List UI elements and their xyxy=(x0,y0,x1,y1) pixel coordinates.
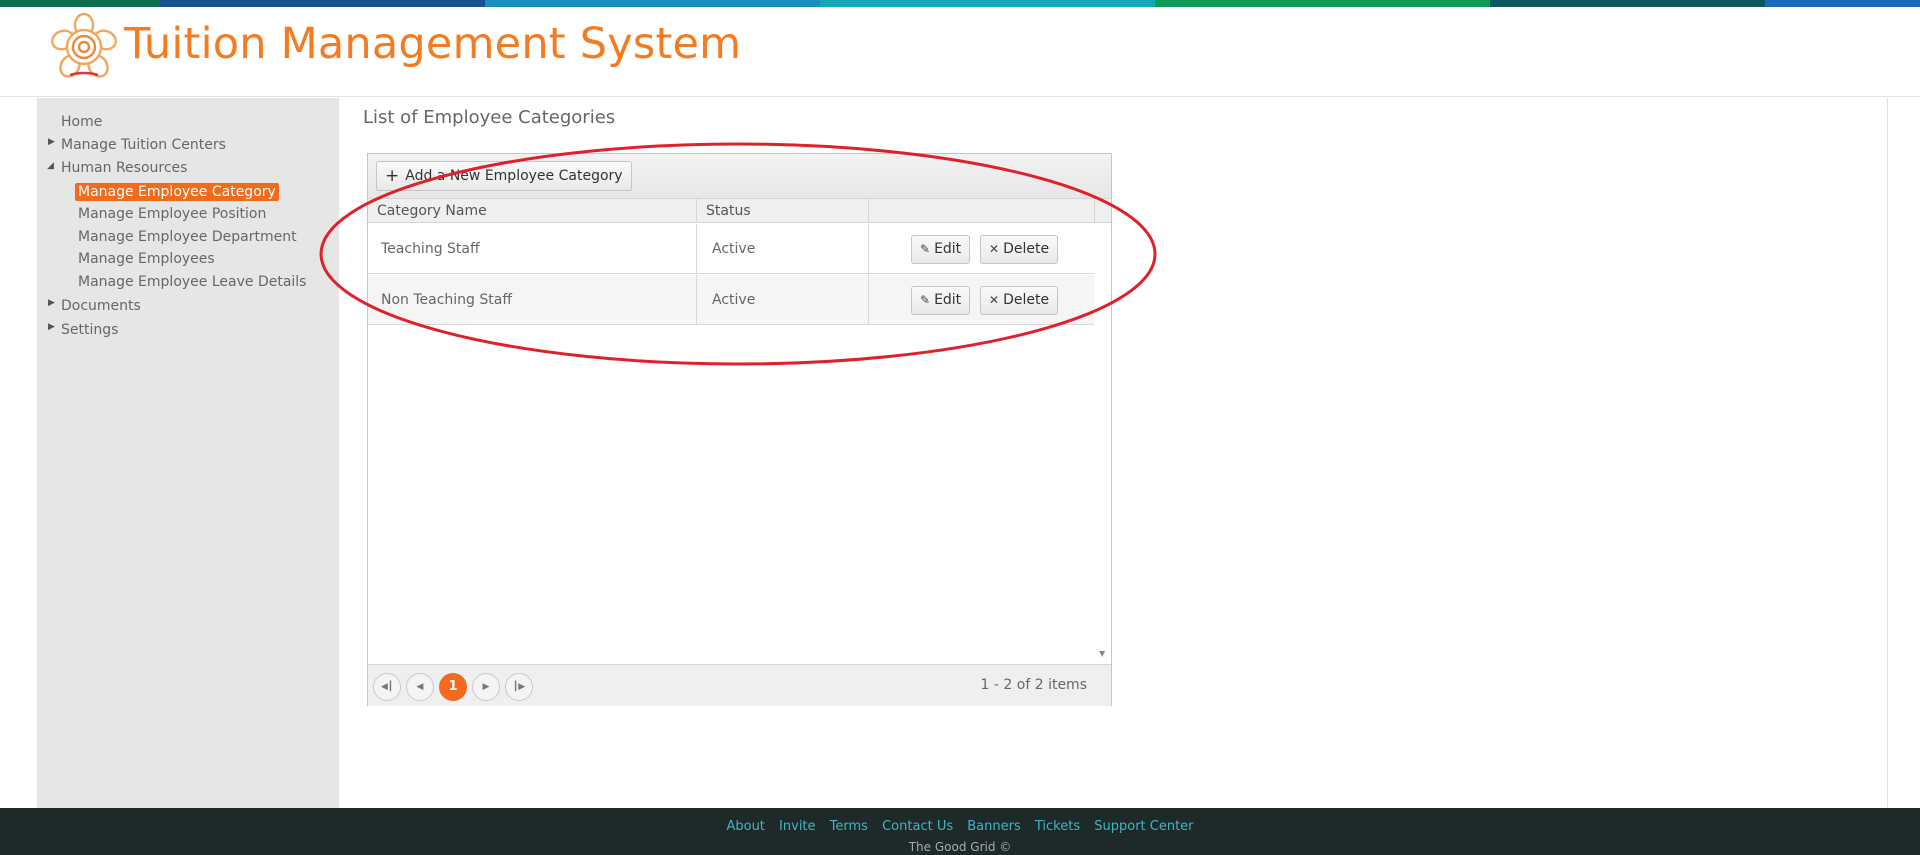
delete-label: Delete xyxy=(1003,292,1050,308)
header: Tuition Management System xyxy=(0,7,1920,97)
footer: About Invite Terms Contact Us Banners Ti… xyxy=(0,808,1920,855)
sidebar-item-manage-employee-department[interactable]: Manage Employee Department xyxy=(78,229,297,245)
edit-button[interactable]: ✎ Edit xyxy=(911,286,971,315)
plus-icon: + xyxy=(385,166,400,186)
delete-label: Delete xyxy=(1003,241,1050,257)
flower-logo-icon[interactable] xyxy=(48,11,120,83)
delete-button[interactable]: ✕ Delete xyxy=(980,286,1059,315)
column-header-actions xyxy=(869,199,1095,223)
sidebar-item-manage-employee-leave-details[interactable]: Manage Employee Leave Details xyxy=(78,274,306,290)
column-header-category-name[interactable]: Category Name xyxy=(368,199,697,223)
first-page-icon[interactable]: ◀┃ xyxy=(373,673,401,701)
sidebar-item-home[interactable]: Home xyxy=(61,114,102,130)
category-name-cell: Non Teaching Staff xyxy=(368,275,697,325)
column-header-status[interactable]: Status xyxy=(697,199,869,223)
footer-link-support-center[interactable]: Support Center xyxy=(1094,819,1193,834)
content-right-border xyxy=(1887,98,1888,808)
close-icon: ✕ xyxy=(989,293,1000,307)
sidebar-item-manage-employees[interactable]: Manage Employees xyxy=(78,251,215,267)
grid-toolbar: + Add a New Employee Category xyxy=(368,154,1111,199)
sidebar-item-human-resources[interactable]: Human Resources xyxy=(61,160,187,176)
footer-link-about[interactable]: About xyxy=(726,819,764,834)
stripe-segment xyxy=(1155,0,1490,7)
caret-down-icon[interactable]: ◢ xyxy=(47,161,54,171)
app-title: Tuition Management System xyxy=(124,19,742,69)
scroll-down-icon[interactable]: ▼ xyxy=(1099,649,1105,658)
table-row: Teaching Staff Active ✎ Edit ✕ Delete xyxy=(368,224,1094,274)
grid-header: Category Name Status xyxy=(368,199,1111,223)
pencil-icon: ✎ xyxy=(920,293,931,307)
next-page-icon[interactable]: ▶ xyxy=(472,673,500,701)
caret-right-icon[interactable]: ▶ xyxy=(48,298,55,308)
grid-pager: ◀┃ ◀ 1 ▶ ┃▶ 1 - 2 of 2 items xyxy=(368,664,1111,706)
edit-label: Edit xyxy=(934,292,962,308)
stripe-segment xyxy=(1490,0,1765,7)
footer-copyright: The Good Grid © xyxy=(908,840,1012,854)
sidebar-item-manage-employee-position[interactable]: Manage Employee Position xyxy=(78,206,266,222)
edit-button[interactable]: ✎ Edit xyxy=(911,235,971,264)
status-cell: Active xyxy=(697,275,869,325)
footer-links: About Invite Terms Contact Us Banners Ti… xyxy=(0,819,1920,834)
pager-info: 1 - 2 of 2 items xyxy=(980,677,1087,693)
add-button-label: Add a New Employee Category xyxy=(405,168,623,184)
page-title: List of Employee Categories xyxy=(363,107,616,128)
delete-button[interactable]: ✕ Delete xyxy=(980,235,1059,264)
sidebar-item-manage-tuition-centers[interactable]: Manage Tuition Centers xyxy=(61,137,226,153)
caret-right-icon[interactable]: ▶ xyxy=(48,137,55,147)
footer-link-terms[interactable]: Terms xyxy=(830,819,868,834)
table-row: Non Teaching Staff Active ✎ Edit ✕ Delete xyxy=(368,275,1094,325)
stripe-segment xyxy=(820,0,1155,7)
footer-link-contact-us[interactable]: Contact Us xyxy=(882,819,953,834)
stripe-segment xyxy=(485,0,820,7)
add-employee-category-button[interactable]: + Add a New Employee Category xyxy=(376,161,632,191)
footer-link-invite[interactable]: Invite xyxy=(779,819,815,834)
caret-right-icon[interactable]: ▶ xyxy=(48,322,55,332)
status-cell: Active xyxy=(697,224,869,274)
sidebar: Home ▶ Manage Tuition Centers ◢ Human Re… xyxy=(37,98,339,808)
pencil-icon: ✎ xyxy=(920,242,931,256)
footer-link-tickets[interactable]: Tickets xyxy=(1035,819,1080,834)
current-page-button[interactable]: 1 xyxy=(439,673,467,701)
stripe-segment xyxy=(160,0,485,7)
edit-label: Edit xyxy=(934,241,962,257)
close-icon: ✕ xyxy=(989,242,1000,256)
sidebar-item-documents[interactable]: Documents xyxy=(61,298,141,314)
last-page-icon[interactable]: ┃▶ xyxy=(505,673,533,701)
prev-page-icon[interactable]: ◀ xyxy=(406,673,434,701)
sidebar-item-manage-employee-category[interactable]: Manage Employee Category xyxy=(75,183,279,201)
category-name-cell: Teaching Staff xyxy=(368,224,697,274)
employee-category-grid: + Add a New Employee Category Category N… xyxy=(367,153,1112,706)
top-color-stripe xyxy=(0,0,1920,7)
stripe-segment xyxy=(1765,0,1920,7)
footer-link-banners[interactable]: Banners xyxy=(967,819,1020,834)
sidebar-item-settings[interactable]: Settings xyxy=(61,322,118,338)
stripe-segment xyxy=(0,0,160,7)
